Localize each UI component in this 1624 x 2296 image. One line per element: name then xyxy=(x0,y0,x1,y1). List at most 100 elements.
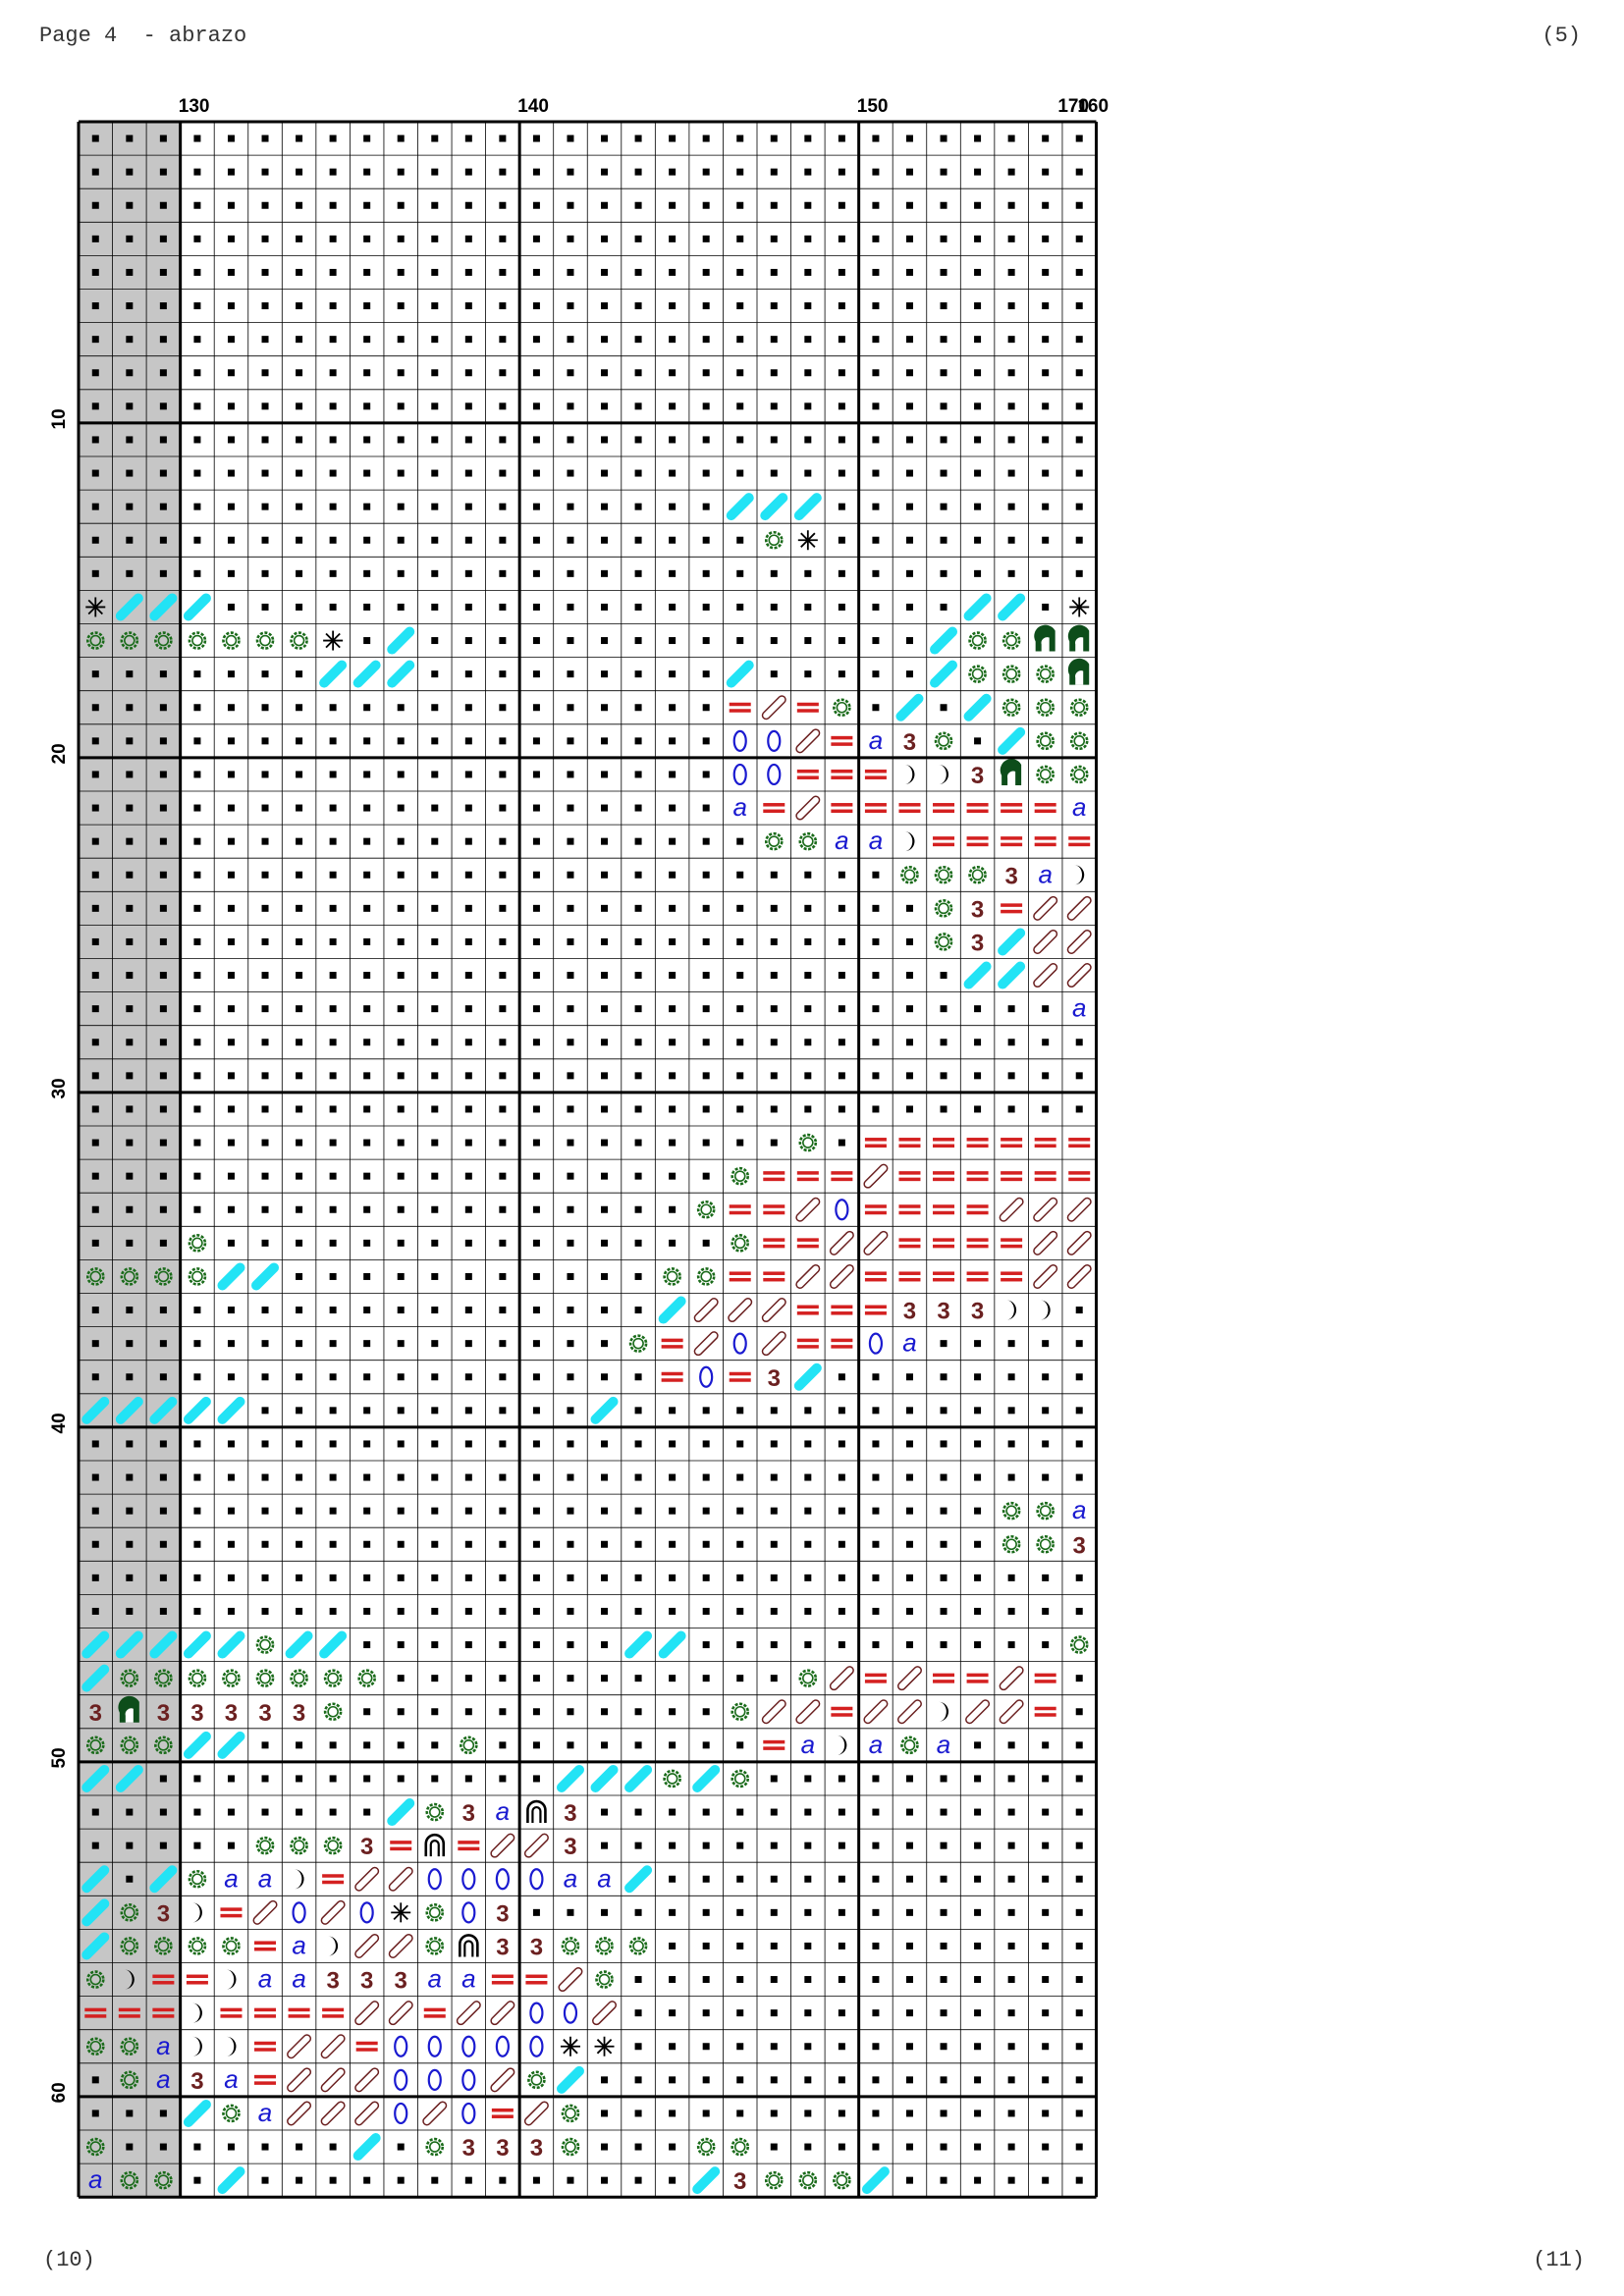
stitch-dot xyxy=(431,1407,439,1415)
stitch-dot xyxy=(567,536,574,544)
stitch-slash xyxy=(761,1699,786,1725)
stitch-equals xyxy=(220,1907,243,1918)
stitch-three: 3 xyxy=(971,1299,984,1325)
stitch-equals xyxy=(254,2007,277,2018)
stitch-dot xyxy=(227,469,235,477)
stitch-equals xyxy=(898,1238,921,1249)
stitch-dot xyxy=(872,1908,880,1916)
stitch-dot xyxy=(1075,1440,1083,1448)
stitch-dot xyxy=(736,972,744,980)
stitch-dot xyxy=(1075,1908,1083,1916)
stitch-dot xyxy=(1007,1976,1015,1984)
stitch-dot xyxy=(601,369,609,377)
stitch-dot xyxy=(770,436,778,444)
stitch-dot xyxy=(464,937,472,945)
stitch-dot xyxy=(532,1373,540,1381)
stitch-equals xyxy=(763,1171,785,1182)
stitch-dot xyxy=(91,1373,99,1381)
stitch-dot xyxy=(126,168,134,176)
stitch-dot xyxy=(227,603,235,611)
stitch-dot xyxy=(532,336,540,344)
stitch-equals xyxy=(933,803,955,814)
stitch-equals xyxy=(661,1371,683,1382)
stitch-dot xyxy=(397,503,405,510)
stitch-o xyxy=(495,1868,510,1891)
stitch-dot xyxy=(905,1775,913,1783)
stitch-dot xyxy=(261,972,269,980)
stitch-dot xyxy=(872,1574,880,1581)
stitch-dot xyxy=(634,569,642,577)
stitch-dot xyxy=(974,1875,982,1883)
stitch-dot xyxy=(296,1272,303,1280)
stitch-dot xyxy=(804,469,812,477)
stitch-star xyxy=(1069,597,1090,617)
stitch-dot xyxy=(464,1775,472,1783)
stitch-sun xyxy=(1036,665,1055,683)
stitch-dot xyxy=(905,235,913,242)
stitch-dot xyxy=(91,1239,99,1247)
stitch-dot xyxy=(431,402,439,410)
stitch-dot xyxy=(532,569,540,577)
stitch-dot xyxy=(736,1039,744,1046)
stitch-dot xyxy=(227,336,235,344)
stitch-dot xyxy=(804,871,812,879)
stitch-dot xyxy=(634,1842,642,1849)
stitch-slash xyxy=(320,1899,346,1925)
stitch-dot xyxy=(770,1775,778,1783)
stitch-dot xyxy=(601,937,609,945)
stitch-dot xyxy=(1075,1808,1083,1816)
stitch-dot xyxy=(363,436,371,444)
stitch-dot xyxy=(736,168,744,176)
stitch-dot xyxy=(159,469,167,477)
stitch-dot xyxy=(736,235,744,242)
stitch-sun xyxy=(1001,631,1021,650)
stitch-dot xyxy=(669,1708,677,1716)
stitch-sun xyxy=(425,1802,445,1822)
stitch-dot xyxy=(431,1272,439,1280)
stitch-slash xyxy=(523,2101,549,2126)
stitch-dot xyxy=(464,1239,472,1247)
stitch-dot xyxy=(905,1373,913,1381)
stitch-dot xyxy=(872,1039,880,1046)
stitch-slash xyxy=(761,695,786,721)
stitch-dot xyxy=(261,569,269,577)
stitch-dot xyxy=(227,937,235,945)
stitch-three: 3 xyxy=(564,1834,576,1860)
stitch-dot xyxy=(940,2009,947,2017)
stitch-dot xyxy=(905,336,913,344)
stitch-dot xyxy=(227,1440,235,1448)
stitch-dot xyxy=(397,972,405,980)
stitch-dot xyxy=(363,1407,371,1415)
stitch-equals xyxy=(933,1204,955,1215)
stitch-dot xyxy=(1042,1340,1050,1348)
stitch-dot xyxy=(1007,1373,1015,1381)
stitch-dot xyxy=(702,1607,710,1615)
stitch-dot xyxy=(838,1976,845,1984)
stitch-dot xyxy=(227,402,235,410)
stitch-cyan xyxy=(319,1630,348,1659)
stitch-dot xyxy=(669,937,677,945)
stitch-dot xyxy=(126,1373,134,1381)
stitch-equals xyxy=(729,1204,751,1215)
stitch-a: a xyxy=(258,1863,272,1893)
row-label-50: 50 xyxy=(49,1747,70,1768)
stitch-dot xyxy=(702,1139,710,1147)
stitch-dot xyxy=(1042,168,1050,176)
stitch-dot xyxy=(567,704,574,712)
stitch-dot xyxy=(431,134,439,142)
stitch-three: 3 xyxy=(530,2135,543,2162)
stitch-dot xyxy=(296,469,303,477)
stitch-dot xyxy=(329,603,337,611)
stitch-dot xyxy=(736,569,744,577)
stitch-cyan xyxy=(387,626,415,655)
stitch-dot xyxy=(159,837,167,845)
stitch-dot xyxy=(91,1307,99,1314)
stitch-dot xyxy=(940,2176,947,2184)
stitch-dot xyxy=(872,1842,880,1849)
stitch-dot xyxy=(159,336,167,344)
stitch-dot xyxy=(464,1641,472,1649)
svg-text:a: a xyxy=(732,792,746,822)
stitch-equals xyxy=(966,1271,989,1282)
stitch-sun xyxy=(1036,731,1055,751)
stitch-dot xyxy=(397,536,405,544)
